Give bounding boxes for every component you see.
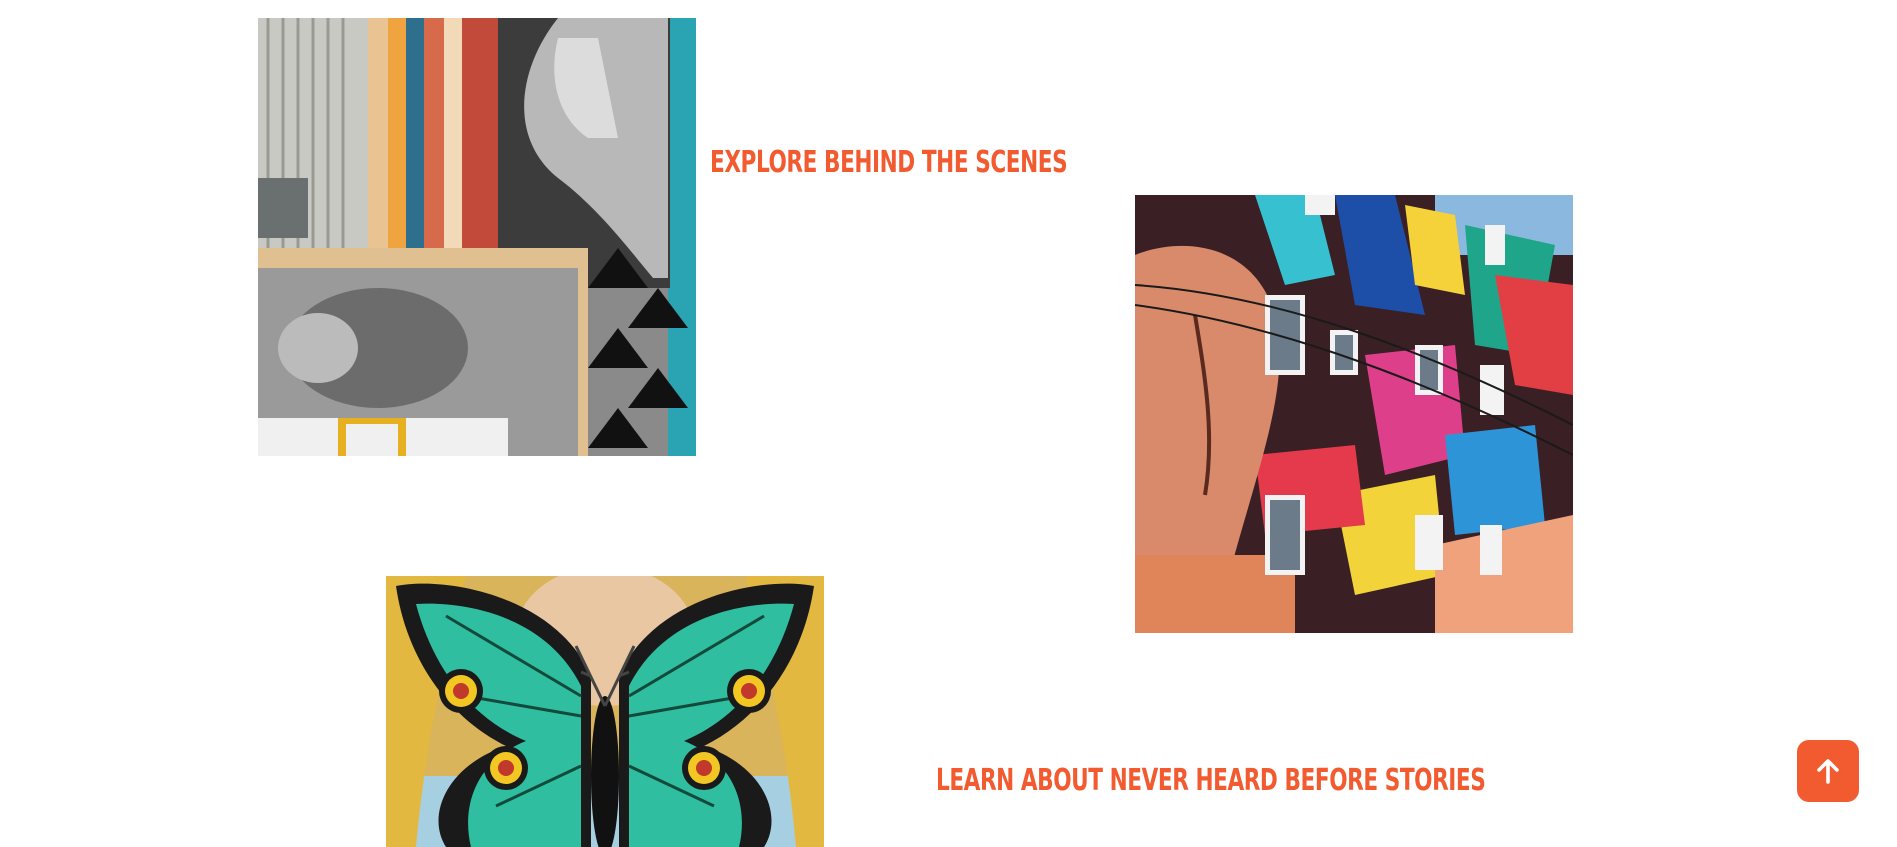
arrow-up-icon <box>1814 757 1842 785</box>
mural-building-photo <box>1135 195 1573 633</box>
mural-portrait-photo <box>258 18 696 456</box>
mural-butterfly-photo <box>386 576 824 847</box>
stories-heading: LEARN ABOUT NEVER HEARD BEFORE STORIES <box>936 763 1486 798</box>
explore-heading: EXPLORE BEHIND THE SCENES <box>710 145 1068 180</box>
scroll-to-top-button[interactable] <box>1797 740 1859 802</box>
